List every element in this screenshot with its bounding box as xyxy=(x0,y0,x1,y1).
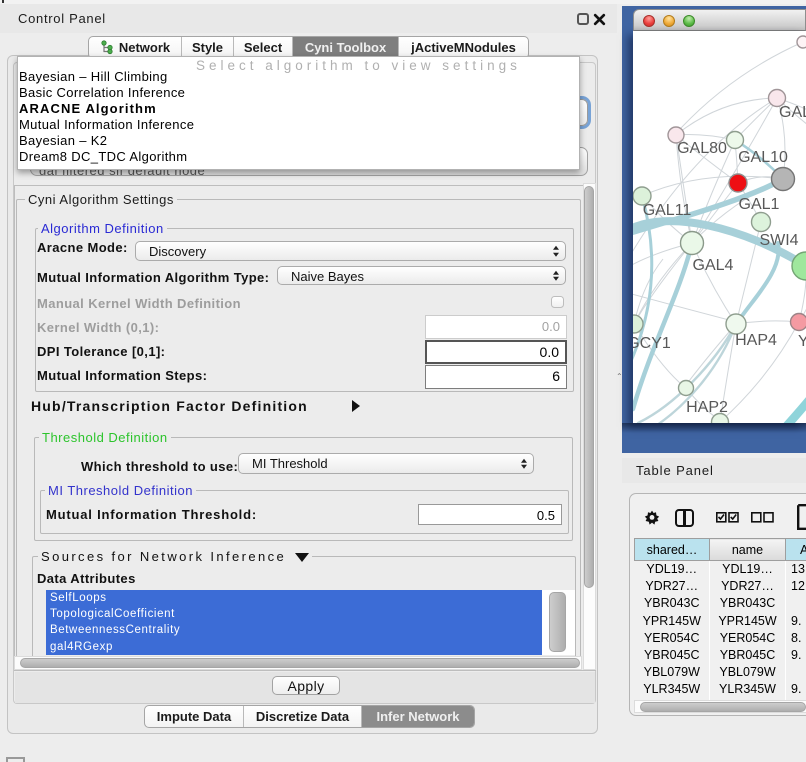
svg-text:GAL4: GAL4 xyxy=(693,257,734,274)
svg-text:GAL10: GAL10 xyxy=(738,149,788,166)
svg-text:GAL11: GAL11 xyxy=(643,202,692,219)
svg-text:HAP4: HAP4 xyxy=(735,332,777,349)
svg-text:GAL2: GAL2 xyxy=(779,104,806,121)
svg-text:GAL1: GAL1 xyxy=(739,196,780,213)
svg-text:GAL80: GAL80 xyxy=(677,140,727,157)
svg-text:HAP2: HAP2 xyxy=(686,399,728,416)
svg-text:YPL: YPL xyxy=(798,333,806,350)
svg-text:GCY1: GCY1 xyxy=(633,335,671,352)
svg-text:SWI4: SWI4 xyxy=(759,232,798,249)
